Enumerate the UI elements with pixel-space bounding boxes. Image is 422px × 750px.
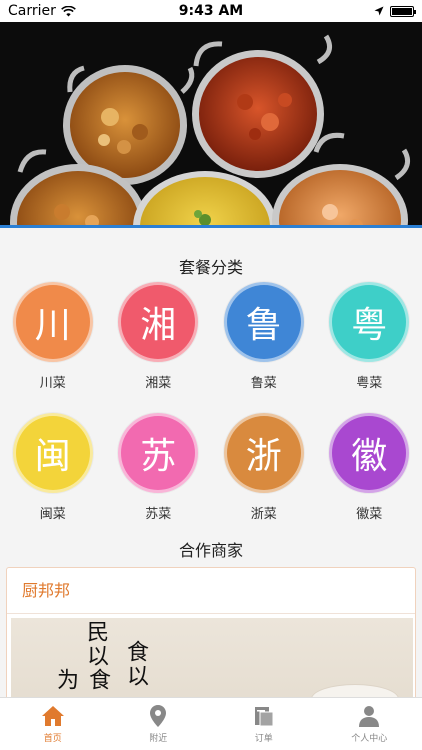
category-char: 湘 xyxy=(140,305,177,346)
wifi-icon xyxy=(61,5,76,16)
tab-profile[interactable]: 个人中心 xyxy=(317,698,422,750)
partner-section-title: 合作商家 xyxy=(178,541,243,560)
category-char: 鲁 xyxy=(245,305,282,346)
category-label: 川菜 xyxy=(39,376,66,391)
category-cantonese-badge: 粤 xyxy=(329,282,410,362)
category-label: 湘菜 xyxy=(145,376,172,391)
category-label: 浙菜 xyxy=(250,507,277,522)
category-jiangsu[interactable]: 苏 苏菜 xyxy=(106,413,212,522)
category-hunan-badge: 湘 xyxy=(118,282,199,362)
tab-label: 附近 xyxy=(149,734,168,744)
tab-nearby[interactable]: 附近 xyxy=(106,698,212,750)
category-char: 粤 xyxy=(351,305,388,346)
category-zhejiang-badge: 浙 xyxy=(223,413,304,493)
category-label: 鲁菜 xyxy=(250,376,277,391)
category-cantonese[interactable]: 粤 粤菜 xyxy=(317,282,422,391)
tab-label: 个人中心 xyxy=(351,734,388,744)
category-char: 闽 xyxy=(34,436,71,477)
category-shandong-badge: 鲁 xyxy=(223,282,304,362)
orders-icon xyxy=(254,707,274,727)
location-arrow-icon xyxy=(374,6,384,16)
category-char: 川 xyxy=(34,305,71,346)
category-char: 苏 xyxy=(140,436,177,477)
partner-card[interactable]: 厨邦邦 民以 食以 食为 xyxy=(6,567,416,707)
category-section-title: 套餐分类 xyxy=(178,258,243,277)
category-sichuan-badge: 川 xyxy=(12,282,93,362)
category-anhui-badge: 徽 xyxy=(329,413,410,493)
category-shandong[interactable]: 鲁 鲁菜 xyxy=(211,282,317,391)
calligraphy-text: 食以 xyxy=(123,640,148,688)
tab-orders[interactable]: 订单 xyxy=(211,698,317,750)
bottom-tab-bar: 首页 附近 订单 个人中心 xyxy=(0,697,422,750)
tab-label: 首页 xyxy=(43,734,62,744)
category-anhui[interactable]: 徽 徽菜 xyxy=(317,413,422,522)
category-zhejiang[interactable]: 浙 浙菜 xyxy=(211,413,317,522)
category-char: 浙 xyxy=(245,436,282,477)
category-hunan[interactable]: 湘 湘菜 xyxy=(106,282,212,391)
category-sichuan[interactable]: 川 川菜 xyxy=(0,282,106,391)
category-label: 闽菜 xyxy=(39,507,66,522)
category-char: 徽 xyxy=(351,436,388,477)
calligraphy-text: 民以 xyxy=(83,620,108,668)
category-label: 粤菜 xyxy=(356,376,383,391)
food-bowls-image xyxy=(0,22,422,225)
partner-name: 厨邦邦 xyxy=(7,568,415,614)
tab-label: 订单 xyxy=(254,734,273,744)
category-fujian-badge: 闽 xyxy=(12,413,93,493)
tab-home[interactable]: 首页 xyxy=(0,698,106,750)
category-label: 苏菜 xyxy=(145,507,172,522)
category-jiangsu-badge: 苏 xyxy=(118,413,199,493)
user-icon xyxy=(359,706,380,727)
hero-banner[interactable] xyxy=(0,22,422,228)
category-grid: 川 川菜 湘 湘菜 鲁 鲁菜 粤 粤菜 闽 闽菜 苏 苏菜 浙 浙菜 徽 徽菜 xyxy=(0,282,422,522)
battery-icon xyxy=(390,5,416,17)
home-icon xyxy=(41,706,64,726)
location-pin-icon xyxy=(150,705,167,727)
category-fujian[interactable]: 闽 闽菜 xyxy=(0,413,106,522)
carrier-label: Carrier xyxy=(8,3,56,19)
partner-image: 民以 食以 食为 xyxy=(11,618,413,706)
category-label: 徽菜 xyxy=(356,507,383,522)
status-bar: Carrier 9:43 AM xyxy=(0,0,422,22)
